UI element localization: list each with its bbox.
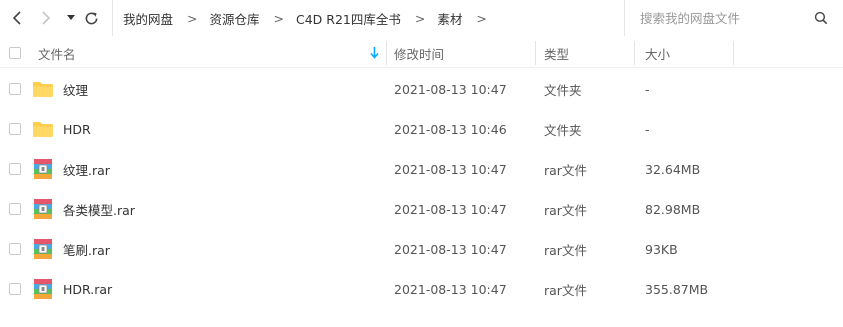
search-input[interactable]	[640, 10, 810, 26]
file-size: 93KB	[645, 241, 678, 257]
file-row[interactable]: 纹理 2021-08-13 10:47 文件夹 -	[0, 69, 843, 109]
folder-icon	[33, 82, 53, 97]
forward-button[interactable]	[37, 9, 55, 27]
file-name[interactable]: 各类模型.rar	[63, 189, 135, 229]
file-name[interactable]: HDR.rar	[63, 269, 112, 309]
column-header-date[interactable]: 修改时间	[394, 38, 444, 68]
chevron-right-icon	[42, 11, 51, 25]
file-name[interactable]: 纹理.rar	[63, 149, 110, 189]
file-name[interactable]: 笔刷.rar	[63, 229, 110, 269]
chevron-left-icon	[12, 11, 21, 25]
column-divider[interactable]	[634, 41, 635, 65]
row-checkbox[interactable]	[9, 243, 21, 255]
search-box	[624, 0, 843, 36]
file-name[interactable]: HDR	[63, 109, 91, 149]
file-modified-date: 2021-08-13 10:47	[394, 241, 507, 257]
table-header: 文件名 修改时间 类型 大小	[0, 38, 843, 68]
row-checkbox[interactable]	[9, 163, 21, 175]
row-checkbox[interactable]	[9, 123, 21, 135]
search-icon[interactable]	[814, 11, 828, 25]
file-type: rar文件	[544, 282, 587, 298]
file-row[interactable]: 纹理.rar 2021-08-13 10:47 rar文件 32.64MB	[0, 149, 843, 189]
column-divider[interactable]	[733, 41, 734, 65]
archive-icon	[34, 279, 52, 299]
file-type: rar文件	[544, 202, 587, 218]
column-header-date-label: 修改时间	[394, 46, 445, 62]
file-size: 355.87MB	[645, 281, 709, 297]
breadcrumb-item-resource-repo[interactable]: 资源仓库	[210, 9, 260, 28]
archive-icon	[34, 159, 52, 179]
archive-icon	[34, 199, 52, 219]
column-header-size[interactable]: 大小	[645, 38, 670, 68]
file-modified-date: 2021-08-13 10:47	[394, 161, 507, 177]
file-type: rar文件	[544, 162, 587, 178]
row-checkbox[interactable]	[9, 283, 21, 295]
file-modified-date: 2021-08-13 10:47	[394, 201, 507, 217]
caret-down-icon	[67, 15, 75, 20]
archive-icon	[34, 239, 52, 259]
breadcrumb-item-c4d-r21[interactable]: C4D R21四库全书	[296, 9, 401, 28]
file-modified-date: 2021-08-13 10:46	[394, 121, 507, 137]
refresh-button[interactable]	[82, 9, 100, 27]
row-checkbox[interactable]	[9, 203, 21, 215]
file-type: 文件夹	[544, 122, 582, 138]
file-size: 82.98MB	[645, 201, 701, 217]
breadcrumb-item-materials[interactable]: 素材	[437, 9, 462, 28]
file-row[interactable]: HDR 2021-08-13 10:46 文件夹 -	[0, 109, 843, 149]
select-all-checkbox[interactable]	[9, 47, 21, 59]
navigation-bar: 我的网盘 > 资源仓库 > C4D R21四库全书 > 素材 >	[0, 0, 843, 36]
file-row[interactable]: HDR.rar 2021-08-13 10:47 rar文件 355.87MB	[0, 269, 843, 309]
column-header-type[interactable]: 类型	[544, 38, 569, 68]
file-row[interactable]: 笔刷.rar 2021-08-13 10:47 rar文件 93KB	[0, 229, 843, 269]
history-dropdown-button[interactable]	[62, 9, 80, 27]
breadcrumb: 我的网盘 > 资源仓库 > C4D R21四库全书 > 素材 >	[112, 0, 602, 36]
file-row[interactable]: 各类模型.rar 2021-08-13 10:47 rar文件 82.98MB	[0, 189, 843, 229]
column-header-name-label: 文件名	[38, 46, 76, 62]
column-header-size-label: 大小	[645, 46, 671, 62]
breadcrumb-separator: >	[414, 10, 426, 26]
column-header-type-label: 类型	[544, 46, 570, 62]
file-modified-date: 2021-08-13 10:47	[394, 281, 507, 297]
sort-arrow-down-icon[interactable]	[370, 47, 379, 59]
breadcrumb-separator: >	[273, 10, 284, 26]
file-size: 32.64MB	[645, 161, 701, 177]
row-checkbox[interactable]	[9, 83, 21, 95]
refresh-icon	[85, 12, 97, 24]
file-size: -	[645, 81, 650, 97]
file-name[interactable]: 纹理	[63, 69, 88, 109]
file-size: -	[645, 121, 650, 137]
column-divider[interactable]	[386, 41, 387, 65]
file-type: 文件夹	[544, 82, 582, 98]
column-divider[interactable]	[535, 41, 536, 65]
column-header-name[interactable]: 文件名	[38, 38, 76, 68]
file-modified-date: 2021-08-13 10:47	[394, 81, 507, 97]
back-button[interactable]	[8, 9, 26, 27]
breadcrumb-item-my-drive[interactable]: 我的网盘	[123, 9, 173, 28]
breadcrumb-separator[interactable]: >	[476, 11, 486, 26]
folder-icon	[33, 122, 53, 137]
file-type: rar文件	[544, 242, 587, 258]
breadcrumb-separator: >	[187, 10, 198, 26]
